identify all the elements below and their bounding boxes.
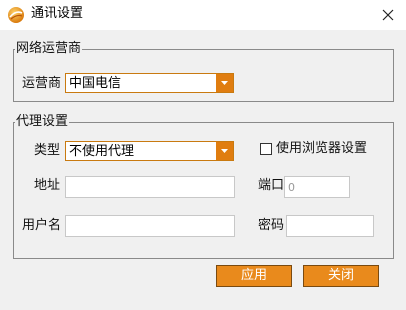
port-label: 端口 xyxy=(258,178,285,193)
proxy-type-label: 类型 xyxy=(34,143,61,158)
use-browser-settings-label[interactable]: 使用浏览器设置 xyxy=(276,141,367,157)
username-field[interactable] xyxy=(65,215,235,237)
carrier-selected-value: 中国电信 xyxy=(69,76,122,91)
apply-button[interactable]: 应用 xyxy=(216,265,292,287)
chevron-down-icon xyxy=(221,149,228,153)
carrier-label: 运营商 xyxy=(22,76,62,91)
chevron-down-icon xyxy=(221,81,228,85)
network-carrier-legend: 网络运营商 xyxy=(16,41,82,56)
address-label: 地址 xyxy=(34,178,61,193)
carrier-dropdown-arrow[interactable] xyxy=(216,74,233,92)
network-carrier-group: 网络运营商 xyxy=(13,42,394,102)
proxy-settings-legend: 代理设置 xyxy=(16,114,69,129)
username-label: 用户名 xyxy=(22,218,62,233)
close-icon[interactable] xyxy=(374,2,402,28)
window-title: 通讯设置 xyxy=(31,6,84,21)
app-logo-icon xyxy=(8,7,24,23)
password-label: 密码 xyxy=(258,218,285,233)
password-field[interactable] xyxy=(286,215,374,237)
proxy-type-selected-value: 不使用代理 xyxy=(69,144,135,159)
carrier-dropdown[interactable]: 中国电信 xyxy=(65,73,234,93)
close-button[interactable]: 关闭 xyxy=(303,265,379,287)
use-browser-settings-checkbox[interactable] xyxy=(260,143,272,155)
proxy-type-dropdown-arrow[interactable] xyxy=(216,142,233,160)
title-bar: 通讯设置 xyxy=(0,0,406,30)
port-field[interactable] xyxy=(284,176,350,198)
dialog-body: 网络运营商 运营商 中国电信 代理设置 类型 不使用代理 使用浏览器设置 地址 … xyxy=(0,30,406,310)
address-field[interactable] xyxy=(65,176,235,198)
proxy-type-dropdown[interactable]: 不使用代理 xyxy=(65,141,234,161)
